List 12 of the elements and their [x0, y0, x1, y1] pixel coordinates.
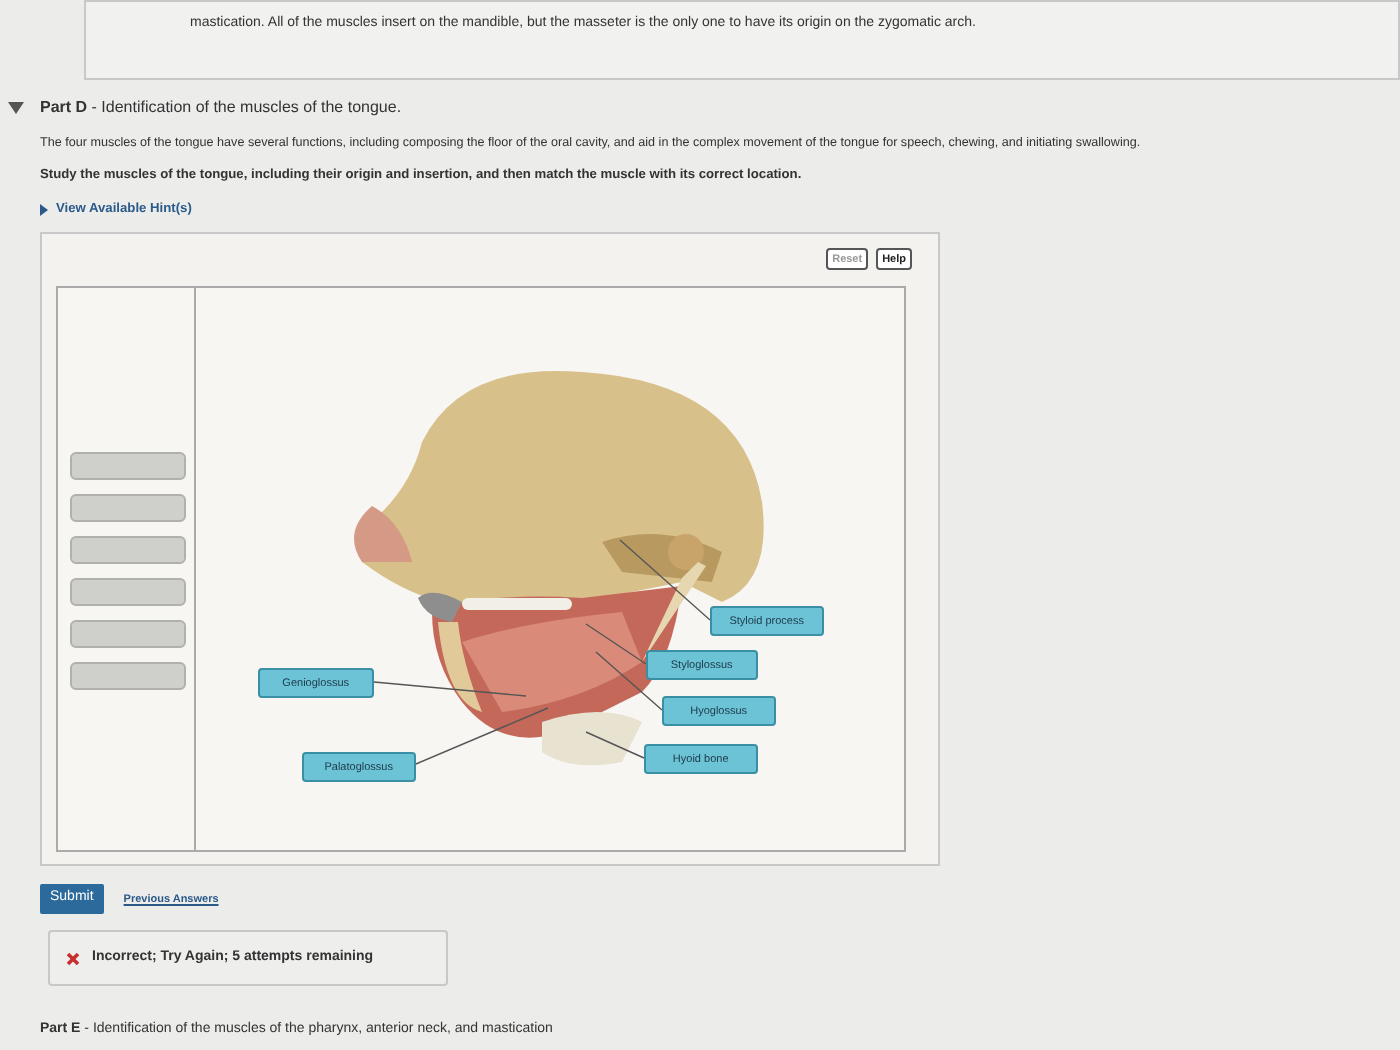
answer-slot[interactable]: [70, 662, 186, 691]
answer-slot[interactable]: [70, 536, 186, 565]
leader-line: [415, 707, 549, 766]
caret-icon[interactable]: [8, 101, 24, 113]
caret-icon: [40, 204, 48, 217]
answer-slot[interactable]: [70, 494, 186, 523]
answer-slot[interactable]: [70, 578, 186, 607]
leader-line: [585, 731, 645, 760]
answer-slot[interactable]: [70, 452, 186, 481]
part-title: Part D - Identification of the muscles of the tongue.: [40, 95, 402, 119]
answer-slot[interactable]: [70, 620, 186, 649]
leader-line: [595, 651, 663, 712]
